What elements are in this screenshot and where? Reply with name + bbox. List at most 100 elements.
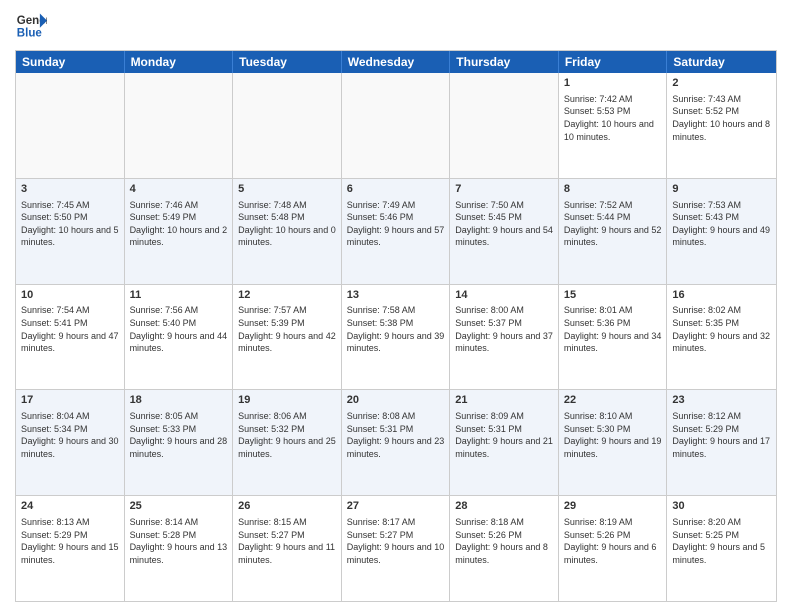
calendar-cell-2: 2Sunrise: 7:43 AM Sunset: 5:52 PM Daylig… bbox=[667, 73, 776, 178]
calendar-cell-1: 1 Sunrise: 7:42 AM Sunset: 5:53 PM Daylig… bbox=[559, 73, 668, 178]
calendar-cell-21: 21 Sunrise: 8:09 AM Sunset: 5:31 PM Dayli… bbox=[450, 390, 559, 495]
calendar-cell-3: 3 Sunrise: 7:45 AM Sunset: 5:50 PM Daylig… bbox=[16, 179, 125, 284]
calendar-cell-empty-1 bbox=[125, 73, 234, 178]
calendar-cell-24: 24 Sunrise: 8:13 AM Sunset: 5:29 PM Dayli… bbox=[16, 496, 125, 601]
header-day-friday: Friday bbox=[559, 51, 668, 73]
header-day-thursday: Thursday bbox=[450, 51, 559, 73]
day-number: 24 bbox=[21, 499, 119, 514]
header-day-saturday: Saturday bbox=[667, 51, 776, 73]
cell-text: Sunrise: 8:15 AM Sunset: 5:27 PM Dayligh… bbox=[238, 516, 336, 566]
cell-text: Sunrise: 8:13 AM Sunset: 5:29 PM Dayligh… bbox=[21, 516, 119, 566]
cell-text: Sunrise: 8:06 AM Sunset: 5:32 PM Dayligh… bbox=[238, 410, 336, 460]
cell-text: Sunrise: 8:14 AM Sunset: 5:28 PM Dayligh… bbox=[130, 516, 228, 566]
day-number: 3 bbox=[21, 182, 119, 197]
cell-text: Sunrise: 7:53 AM Sunset: 5:43 PM Dayligh… bbox=[672, 199, 771, 249]
calendar-page: General Blue SundayMondayTuesdayWednesda… bbox=[0, 0, 792, 612]
cell-text: Sunrise: 7:58 AM Sunset: 5:38 PM Dayligh… bbox=[347, 304, 445, 354]
calendar-cell-28: 28 Sunrise: 8:18 AM Sunset: 5:26 PM Dayli… bbox=[450, 496, 559, 601]
day-number: 12 bbox=[238, 288, 336, 303]
calendar-cell-empty-0 bbox=[16, 73, 125, 178]
calendar-cell-27: 27 Sunrise: 8:17 AM Sunset: 5:27 PM Dayli… bbox=[342, 496, 451, 601]
cell-text: Sunrise: 8:02 AM Sunset: 5:35 PM Dayligh… bbox=[672, 304, 771, 354]
day-number: 28 bbox=[455, 499, 553, 514]
calendar-cell-5: 5 Sunrise: 7:48 AM Sunset: 5:48 PM Daylig… bbox=[233, 179, 342, 284]
day-number: 7 bbox=[455, 182, 553, 197]
header: General Blue bbox=[15, 10, 777, 42]
cell-text: Sunrise: 7:45 AM Sunset: 5:50 PM Dayligh… bbox=[21, 199, 119, 249]
cell-text: Sunrise: 7:42 AM Sunset: 5:53 PM Dayligh… bbox=[564, 93, 662, 143]
day-number: 21 bbox=[455, 393, 553, 408]
day-number: 26 bbox=[238, 499, 336, 514]
day-number: 4 bbox=[130, 182, 228, 197]
calendar-header: SundayMondayTuesdayWednesdayThursdayFrid… bbox=[16, 51, 776, 73]
day-number: 16 bbox=[672, 288, 771, 303]
calendar-cell-22: 22Sunrise: 8:10 AM Sunset: 5:30 PM Dayli… bbox=[559, 390, 668, 495]
calendar-row-1: 3 Sunrise: 7:45 AM Sunset: 5:50 PM Daylig… bbox=[16, 179, 776, 285]
day-number: 25 bbox=[130, 499, 228, 514]
calendar-cell-6: 6 Sunrise: 7:49 AM Sunset: 5:46 PM Daylig… bbox=[342, 179, 451, 284]
day-number: 22 bbox=[564, 393, 662, 408]
day-number: 15 bbox=[564, 288, 662, 303]
calendar-cell-13: 13Sunrise: 7:58 AM Sunset: 5:38 PM Dayli… bbox=[342, 285, 451, 390]
cell-text: Sunrise: 7:48 AM Sunset: 5:48 PM Dayligh… bbox=[238, 199, 336, 249]
day-number: 23 bbox=[672, 393, 771, 408]
calendar-cell-17: 17Sunrise: 8:04 AM Sunset: 5:34 PM Dayli… bbox=[16, 390, 125, 495]
cell-text: Sunrise: 8:19 AM Sunset: 5:26 PM Dayligh… bbox=[564, 516, 662, 566]
day-number: 8 bbox=[564, 182, 662, 197]
cell-text: Sunrise: 7:52 AM Sunset: 5:44 PM Dayligh… bbox=[564, 199, 662, 249]
day-number: 5 bbox=[238, 182, 336, 197]
logo: General Blue bbox=[15, 10, 47, 42]
day-number: 20 bbox=[347, 393, 445, 408]
cell-text: Sunrise: 8:20 AM Sunset: 5:25 PM Dayligh… bbox=[672, 516, 771, 566]
calendar-cell-23: 23 Sunrise: 8:12 AM Sunset: 5:29 PM Dayli… bbox=[667, 390, 776, 495]
day-number: 29 bbox=[564, 499, 662, 514]
calendar-cell-empty-3 bbox=[342, 73, 451, 178]
cell-text: Sunrise: 8:12 AM Sunset: 5:29 PM Dayligh… bbox=[672, 410, 771, 460]
calendar-cell-18: 18 Sunrise: 8:05 AM Sunset: 5:33 PM Dayli… bbox=[125, 390, 234, 495]
svg-text:Blue: Blue bbox=[17, 28, 43, 40]
calendar: SundayMondayTuesdayWednesdayThursdayFrid… bbox=[15, 50, 777, 602]
logo-icon: General Blue bbox=[15, 10, 47, 42]
calendar-cell-9: 9Sunrise: 7:53 AM Sunset: 5:43 PM Daylig… bbox=[667, 179, 776, 284]
calendar-cell-14: 14Sunrise: 8:00 AM Sunset: 5:37 PM Dayli… bbox=[450, 285, 559, 390]
day-number: 10 bbox=[21, 288, 119, 303]
calendar-cell-15: 15Sunrise: 8:01 AM Sunset: 5:36 PM Dayli… bbox=[559, 285, 668, 390]
calendar-cell-12: 12Sunrise: 7:57 AM Sunset: 5:39 PM Dayli… bbox=[233, 285, 342, 390]
calendar-cell-26: 26 Sunrise: 8:15 AM Sunset: 5:27 PM Dayli… bbox=[233, 496, 342, 601]
day-number: 6 bbox=[347, 182, 445, 197]
calendar-cell-4: 4 Sunrise: 7:46 AM Sunset: 5:49 PM Daylig… bbox=[125, 179, 234, 284]
day-number: 27 bbox=[347, 499, 445, 514]
day-number: 13 bbox=[347, 288, 445, 303]
calendar-cell-empty-4 bbox=[450, 73, 559, 178]
cell-text: Sunrise: 7:54 AM Sunset: 5:41 PM Dayligh… bbox=[21, 304, 119, 354]
calendar-cell-11: 11Sunrise: 7:56 AM Sunset: 5:40 PM Dayli… bbox=[125, 285, 234, 390]
header-day-wednesday: Wednesday bbox=[342, 51, 451, 73]
day-number: 18 bbox=[130, 393, 228, 408]
cell-text: Sunrise: 7:50 AM Sunset: 5:45 PM Dayligh… bbox=[455, 199, 553, 249]
day-number: 17 bbox=[21, 393, 119, 408]
day-number: 1 bbox=[564, 76, 662, 91]
cell-text: Sunrise: 8:09 AM Sunset: 5:31 PM Dayligh… bbox=[455, 410, 553, 460]
day-number: 19 bbox=[238, 393, 336, 408]
day-number: 30 bbox=[672, 499, 771, 514]
cell-text: Sunrise: 7:56 AM Sunset: 5:40 PM Dayligh… bbox=[130, 304, 228, 354]
cell-text: Sunrise: 8:17 AM Sunset: 5:27 PM Dayligh… bbox=[347, 516, 445, 566]
cell-text: Sunrise: 7:49 AM Sunset: 5:46 PM Dayligh… bbox=[347, 199, 445, 249]
calendar-cell-7: 7 Sunrise: 7:50 AM Sunset: 5:45 PM Daylig… bbox=[450, 179, 559, 284]
calendar-row-0: 1 Sunrise: 7:42 AM Sunset: 5:53 PM Daylig… bbox=[16, 73, 776, 179]
header-day-monday: Monday bbox=[125, 51, 234, 73]
calendar-cell-16: 16Sunrise: 8:02 AM Sunset: 5:35 PM Dayli… bbox=[667, 285, 776, 390]
cell-text: Sunrise: 7:46 AM Sunset: 5:49 PM Dayligh… bbox=[130, 199, 228, 249]
calendar-cell-25: 25 Sunrise: 8:14 AM Sunset: 5:28 PM Dayli… bbox=[125, 496, 234, 601]
day-number: 11 bbox=[130, 288, 228, 303]
day-number: 14 bbox=[455, 288, 553, 303]
calendar-row-2: 10Sunrise: 7:54 AM Sunset: 5:41 PM Dayli… bbox=[16, 285, 776, 391]
cell-text: Sunrise: 8:00 AM Sunset: 5:37 PM Dayligh… bbox=[455, 304, 553, 354]
calendar-cell-29: 29 Sunrise: 8:19 AM Sunset: 5:26 PM Dayli… bbox=[559, 496, 668, 601]
cell-text: Sunrise: 8:05 AM Sunset: 5:33 PM Dayligh… bbox=[130, 410, 228, 460]
calendar-cell-8: 8 Sunrise: 7:52 AM Sunset: 5:44 PM Daylig… bbox=[559, 179, 668, 284]
cell-text: Sunrise: 8:18 AM Sunset: 5:26 PM Dayligh… bbox=[455, 516, 553, 566]
calendar-cell-10: 10Sunrise: 7:54 AM Sunset: 5:41 PM Dayli… bbox=[16, 285, 125, 390]
cell-text: Sunrise: 8:01 AM Sunset: 5:36 PM Dayligh… bbox=[564, 304, 662, 354]
calendar-row-4: 24 Sunrise: 8:13 AM Sunset: 5:29 PM Dayli… bbox=[16, 496, 776, 601]
